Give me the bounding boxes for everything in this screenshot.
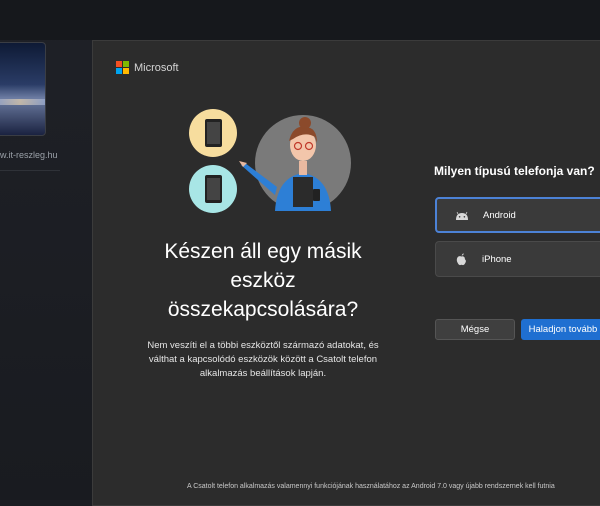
option-android-label: Android	[483, 209, 516, 221]
divider	[0, 170, 60, 171]
top-strip	[0, 0, 600, 40]
thumbnail-label: w.it-reszleg.hu	[0, 150, 58, 160]
android-icon	[453, 208, 471, 222]
requirements-note: A Csatolt telefon alkalmazás valamennyi …	[187, 483, 555, 490]
link-phone-dialog: Microsoft Készen áll egy másik eszköz ös…	[92, 40, 600, 506]
dialog-headline: Készen áll egy másik eszköz összekapcsol…	[164, 240, 362, 321]
illustration	[189, 109, 351, 213]
option-iphone[interactable]: iPhone	[435, 241, 600, 277]
continue-button[interactable]: Haladjon tovább	[521, 319, 600, 340]
microsoft-logo-icon	[116, 61, 129, 74]
brand-name: Microsoft	[134, 61, 179, 74]
dialog-description: Nem veszíti el a többi eszköztől származ…	[147, 340, 379, 379]
phone-type-question: Milyen típusú telefonja van?	[434, 164, 595, 178]
option-iphone-label: iPhone	[482, 253, 512, 265]
apple-icon	[452, 252, 470, 266]
microsoft-logo: Microsoft	[116, 61, 179, 74]
option-android[interactable]: Android	[435, 197, 600, 233]
window-thumbnail[interactable]	[0, 42, 46, 136]
cancel-button[interactable]: Mégse	[435, 319, 515, 340]
